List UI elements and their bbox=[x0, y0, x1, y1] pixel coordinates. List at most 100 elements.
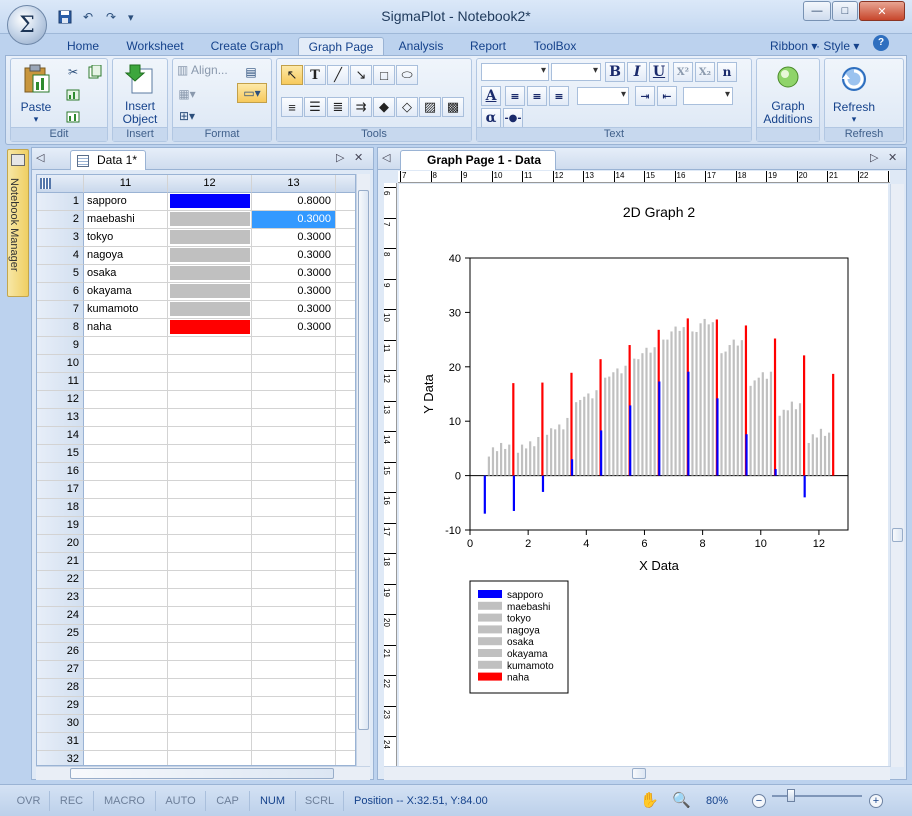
empty-cell[interactable] bbox=[336, 373, 355, 391]
value-cell[interactable]: 0.8000 bbox=[252, 193, 336, 211]
underline-button[interactable]: U bbox=[649, 62, 669, 82]
group-objects-icon[interactable]: ▤ bbox=[241, 63, 261, 81]
empty-cell[interactable] bbox=[84, 463, 168, 481]
empty-cell[interactable] bbox=[252, 733, 336, 751]
row-header[interactable]: 9 bbox=[37, 337, 84, 355]
empty-cell[interactable] bbox=[252, 355, 336, 373]
empty-cell[interactable] bbox=[84, 337, 168, 355]
zoom-in-button[interactable]: + bbox=[869, 794, 883, 808]
row-header[interactable]: 5 bbox=[37, 265, 84, 283]
subscript-icon[interactable]: X₂ bbox=[695, 62, 715, 82]
empty-cell[interactable] bbox=[168, 355, 252, 373]
empty-cell[interactable] bbox=[336, 427, 355, 445]
zoom-slider-track[interactable] bbox=[772, 795, 862, 797]
empty-cell[interactable] bbox=[252, 679, 336, 697]
row-header[interactable]: 8 bbox=[37, 319, 84, 337]
empty-cell[interactable] bbox=[336, 751, 355, 765]
name-cell[interactable]: sapporo bbox=[84, 193, 168, 211]
cut-icon[interactable]: ✂ bbox=[63, 63, 83, 81]
empty-cell[interactable] bbox=[84, 607, 168, 625]
align-center-icon[interactable]: ≡ bbox=[527, 86, 547, 106]
row-header[interactable]: 25 bbox=[37, 625, 84, 643]
order-icon[interactable]: ▦▾ bbox=[177, 85, 197, 103]
zoom-slider-thumb[interactable] bbox=[787, 789, 795, 802]
empty-cell[interactable] bbox=[84, 715, 168, 733]
line-style-icon[interactable]: ≡ bbox=[281, 97, 303, 117]
value-cell[interactable]: 0.3000 bbox=[252, 265, 336, 283]
graph-horizontal-scroll-thumb[interactable] bbox=[632, 768, 646, 779]
empty-cell[interactable] bbox=[336, 481, 355, 499]
empty-cell[interactable] bbox=[336, 625, 355, 643]
empty-cell[interactable] bbox=[252, 661, 336, 679]
worksheet-vertical-scrollbar[interactable] bbox=[356, 174, 370, 766]
empty-cell[interactable] bbox=[84, 571, 168, 589]
empty-cell[interactable] bbox=[84, 409, 168, 427]
color-cell[interactable] bbox=[168, 247, 252, 265]
empty-cell[interactable] bbox=[336, 355, 355, 373]
color-cell[interactable] bbox=[168, 229, 252, 247]
empty-cell[interactable] bbox=[336, 661, 355, 679]
row-header[interactable]: 31 bbox=[37, 733, 84, 751]
tab-home[interactable]: Home bbox=[58, 37, 108, 57]
row-header[interactable]: 32 bbox=[37, 751, 84, 765]
row-header[interactable]: 15 bbox=[37, 445, 84, 463]
empty-cell[interactable] bbox=[168, 751, 252, 765]
empty-cell[interactable] bbox=[336, 535, 355, 553]
tab-create-graph[interactable]: Create Graph bbox=[203, 37, 291, 57]
empty-cell[interactable] bbox=[252, 391, 336, 409]
empty-cell[interactable] bbox=[168, 391, 252, 409]
tab-graph-page-1[interactable]: Graph Page 1 - Data 1* bbox=[400, 150, 556, 186]
layout-icon[interactable]: ⊞▾ bbox=[177, 107, 197, 125]
row-header[interactable]: 19 bbox=[37, 517, 84, 535]
rectangle-tool-icon[interactable]: □ bbox=[373, 65, 395, 85]
line-tool-icon[interactable]: ╱ bbox=[327, 65, 349, 85]
row-header[interactable]: 23 bbox=[37, 589, 84, 607]
row-header[interactable]: 29 bbox=[37, 697, 84, 715]
row-header[interactable]: 16 bbox=[37, 463, 84, 481]
empty-cell[interactable] bbox=[168, 499, 252, 517]
arrowheads-icon[interactable]: ⇉ bbox=[350, 97, 372, 117]
empty-cell[interactable] bbox=[84, 697, 168, 715]
empty-cell[interactable] bbox=[168, 679, 252, 697]
empty-cell[interactable] bbox=[336, 571, 355, 589]
value-cell[interactable]: 0.3000 bbox=[252, 319, 336, 337]
empty-cell[interactable] bbox=[168, 481, 252, 499]
empty-cell[interactable] bbox=[168, 571, 252, 589]
tab-data-1[interactable]: Data 1* bbox=[70, 150, 146, 170]
close-pane-icon[interactable]: ✕ bbox=[354, 151, 363, 164]
graph-tab-scroll-left-icon[interactable]: ◁ bbox=[382, 151, 390, 164]
empty-cell[interactable] bbox=[252, 463, 336, 481]
tab-scroll-left-icon[interactable]: ◁ bbox=[36, 151, 44, 164]
empty-cell[interactable] bbox=[84, 481, 168, 499]
empty-cell[interactable] bbox=[336, 463, 355, 481]
paste-button[interactable]: Paste ▾ bbox=[15, 63, 57, 125]
empty-cell[interactable] bbox=[168, 535, 252, 553]
empty-cell[interactable] bbox=[336, 211, 355, 229]
row-header[interactable]: 14 bbox=[37, 427, 84, 445]
empty-cell[interactable] bbox=[252, 589, 336, 607]
gradient-icon[interactable]: ▩ bbox=[442, 97, 464, 117]
format-painter-icon[interactable] bbox=[63, 107, 83, 125]
empty-cell[interactable] bbox=[336, 697, 355, 715]
empty-cell[interactable] bbox=[336, 715, 355, 733]
tab-analysis[interactable]: Analysis bbox=[392, 37, 450, 57]
superscript-icon[interactable]: X² bbox=[673, 62, 693, 82]
line-spacing-select[interactable] bbox=[577, 87, 629, 105]
ribbon-menu[interactable]: Ribbon ▾ bbox=[770, 37, 817, 55]
empty-cell[interactable] bbox=[252, 607, 336, 625]
empty-cell[interactable] bbox=[336, 193, 355, 211]
name-cell[interactable]: tokyo bbox=[84, 229, 168, 247]
minimize-button[interactable]: — bbox=[803, 1, 831, 21]
select-all-corner[interactable] bbox=[37, 175, 84, 193]
pattern-icon[interactable]: ▨ bbox=[419, 97, 441, 117]
rotation-select[interactable] bbox=[683, 87, 733, 105]
empty-cell[interactable] bbox=[336, 499, 355, 517]
notebook-manager-dock[interactable]: Notebook Manager bbox=[7, 149, 29, 297]
empty-cell[interactable] bbox=[168, 517, 252, 535]
empty-cell[interactable] bbox=[336, 679, 355, 697]
ellipse-tool-icon[interactable]: ⬭ bbox=[396, 65, 418, 85]
fill-color-icon[interactable]: ◆ bbox=[373, 97, 395, 117]
empty-cell[interactable] bbox=[84, 445, 168, 463]
row-header[interactable]: 13 bbox=[37, 409, 84, 427]
vertical-scroll-thumb[interactable] bbox=[358, 190, 369, 730]
